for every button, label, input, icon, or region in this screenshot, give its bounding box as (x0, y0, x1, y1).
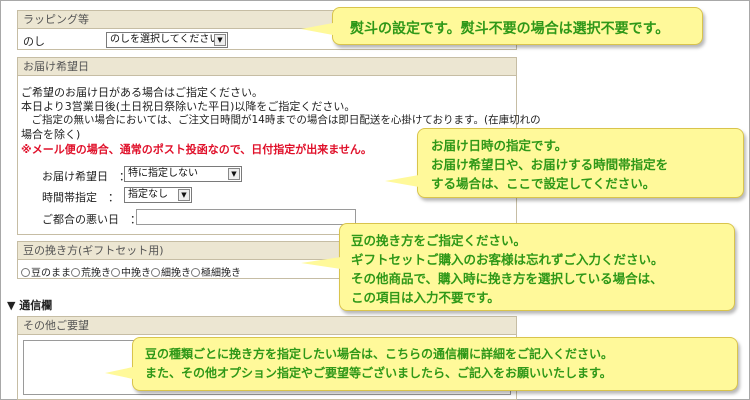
grind-options: 豆のまま 荒挽き 中挽き 細挽き 極細挽き (21, 264, 241, 279)
grind-option-fine[interactable]: 細挽き (151, 268, 191, 279)
noshi-select-value: のしを選択してください (110, 34, 220, 45)
callout-noshi-line-1: 熨斗の設定です。熨斗不要の場合は選択不要です。 (350, 21, 670, 37)
radio-icon (151, 268, 160, 277)
delivery-info-line-4: 場合を除く) (21, 128, 81, 141)
comments-section-title: ▼ 通信欄 (7, 299, 53, 312)
page-frame: ラッピング等 のし のしを選択してください ▼ お届け希望日 ご希望のお届け日が… (0, 0, 750, 400)
callout-grind: 豆の挽き方をご指定ください。 ギフトセットご購入のお客様は忘れずご入力ください。… (339, 223, 735, 311)
delivery-time-label: 時間帯指定 ： (42, 191, 119, 204)
delivery-info-line-3: ご指定の無い場合においては、ご注文日時間が14時までの場合は即日配送を心掛けてお… (21, 114, 541, 126)
inconvenient-day-input[interactable] (136, 209, 356, 225)
grind-option-extra-fine[interactable]: 極細挽き (191, 268, 241, 279)
callout-grind-line-1: 豆の挽き方をご指定ください。 (351, 233, 527, 248)
radio-icon (71, 268, 80, 277)
callout-grind-line-4: この項目は入力不要です。 (351, 290, 500, 305)
callout-grind-line-3: その他商品で、購入時に挽き方を選択している場合は、 (351, 271, 663, 286)
grind-option-whole[interactable]: 豆のまま (21, 268, 71, 279)
callout-noshi: 熨斗の設定です。熨斗不要の場合は選択不要です。 (332, 7, 703, 45)
delivery-time-select[interactable]: 指定なし ▼ (124, 187, 192, 203)
callout-delivery-line-2: お届け希望日や、お届けする時間帯指定を (431, 157, 669, 172)
comments-header: その他ご要望 (18, 317, 516, 335)
callout-noshi-tail (301, 23, 333, 35)
inconvenient-day-label: ご都合の悪い日 ： (42, 213, 141, 226)
callout-delivery-tail (385, 175, 419, 187)
callout-delivery-line-3: する場合は、ここで設定してください。 (431, 176, 656, 191)
chevron-down-icon: ▼ (214, 34, 226, 46)
chevron-down-icon: ▼ (228, 168, 240, 180)
callout-comments-line-2: また、その他オプション指定やご要望等ございましたら、ご記入をお願いいたします。 (145, 366, 612, 380)
radio-icon (111, 268, 120, 277)
callout-grind-tail (301, 257, 341, 269)
chevron-down-icon: ▼ (178, 189, 190, 201)
delivery-date-label: お届け希望日 ： (42, 170, 130, 183)
noshi-select[interactable]: のしを選択してください ▼ (106, 32, 228, 48)
delivery-header: お届け希望日 (18, 58, 516, 76)
callout-delivery-line-1: お届け日時の指定です。 (431, 138, 568, 153)
delivery-date-select-value: 特に指定しない (128, 168, 198, 179)
noshi-label: のし (23, 35, 45, 48)
callout-comments-line-1: 豆の種類ごとに挽き方を指定したい場合は、こちらの通信欄に詳細をご記入ください。 (145, 347, 614, 361)
callout-comments-tail (105, 367, 133, 379)
radio-icon (191, 268, 200, 277)
delivery-date-select[interactable]: 特に指定しない ▼ (124, 166, 242, 182)
radio-icon (21, 268, 30, 277)
callout-grind-line-2: ギフトセットご購入のお客様は忘れずご入力ください。 (351, 252, 664, 267)
grind-option-medium[interactable]: 中挽き (111, 268, 151, 279)
callout-comments: 豆の種類ごとに挽き方を指定したい場合は、こちらの通信欄に詳細をご記入ください。 … (132, 337, 738, 391)
grind-option-coarse[interactable]: 荒挽き (71, 268, 111, 279)
callout-delivery: お届け日時の指定です。 お届け希望日や、お届けする時間帯指定を する場合は、ここ… (417, 128, 744, 198)
delivery-time-select-value: 指定なし (128, 189, 168, 200)
delivery-warning: ※メール便の場合、通常のポスト投函なので、日付指定が出来ません。 (21, 143, 372, 156)
